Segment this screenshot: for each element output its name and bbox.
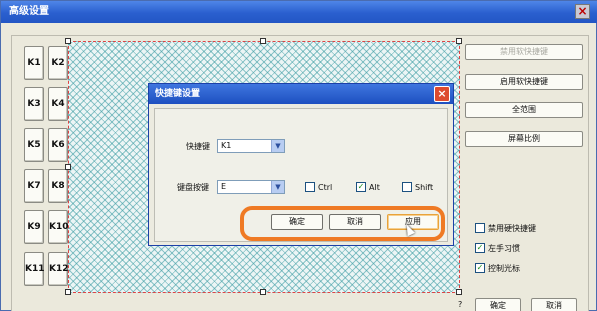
checkmark-icon: ✓ [356,181,366,192]
keyboard-key-select[interactable]: E ▼ [217,180,285,194]
window-close-button[interactable]: × [575,4,590,19]
key-button-k9[interactable]: K9 [24,210,44,244]
resize-handle-bottom-left[interactable] [65,289,71,295]
key-button-k12[interactable]: K12 [48,252,69,286]
keyboard-key-label: 键盘按键 [177,183,209,192]
keyboard-key-select-value: E [221,182,227,191]
dialog-close-button[interactable]: × [434,86,450,102]
chevron-down-icon[interactable]: ▼ [271,181,284,193]
alt-label: Alt [369,183,380,192]
key-button-k4[interactable]: K4 [48,87,68,121]
window-title: 高级设置 [9,6,49,17]
key-button-k1[interactable]: K1 [24,46,44,80]
key-button-k8[interactable]: K8 [48,169,68,203]
resize-handle-top-left[interactable] [65,38,71,44]
ctrl-checkbox[interactable]: Ctrl [305,181,333,193]
dialog-title-bar[interactable]: 快捷键设置 [149,84,453,104]
resize-handle-top[interactable] [260,38,266,44]
checkbox-box [305,181,315,192]
full-range-button[interactable]: 全范围 [465,102,583,118]
key-button-k3[interactable]: K3 [24,87,44,121]
alt-checkbox[interactable]: ✓ Alt [356,181,380,193]
checkmark-icon: ✓ [475,262,485,273]
checkbox-box [402,181,412,192]
control-cursor-checkbox[interactable]: ✓ 控制光标 [475,262,520,274]
checkmark-icon: ✓ [475,242,485,253]
checkbox-label: 禁用硬快捷键 [488,224,536,233]
chevron-down-icon[interactable]: ▼ [271,140,284,152]
shift-checkbox[interactable]: Shift [402,181,434,193]
shortcut-select-value: K1 [221,141,232,150]
resize-handle-bottom-right[interactable] [456,289,462,295]
ctrl-label: Ctrl [318,183,333,192]
help-icon[interactable]: ? [458,300,462,309]
checkbox-label: 左手习惯 [488,244,520,253]
checkbox-box [475,222,485,233]
key-button-k6[interactable]: K6 [48,128,68,162]
key-button-k11[interactable]: K11 [24,252,45,286]
enable-soft-shortcut-button[interactable]: 启用软快捷键 [465,74,583,90]
disable-soft-shortcut-button[interactable]: 禁用软快捷键 [465,44,583,60]
screen-ratio-button[interactable]: 屏幕比例 [465,131,583,147]
ok-button[interactable]: 确定 [475,298,521,311]
key-button-k10[interactable]: K10 [48,210,69,244]
disable-hw-shortcut-checkbox[interactable]: 禁用硬快捷键 [475,222,536,234]
shift-label: Shift [415,183,434,192]
highlight-annotation [240,206,445,241]
resize-handle-bottom[interactable] [260,289,266,295]
resize-handle-left[interactable] [65,164,71,170]
shortcut-label: 快捷键 [186,142,210,151]
shortcut-select[interactable]: K1 ▼ [217,139,285,153]
resize-handle-top-right[interactable] [456,38,462,44]
advanced-settings-window: 高级设置 × K1 K2 K3 K4 K5 K6 K7 K8 K9 K10 K1… [0,0,597,311]
checkbox-label: 控制光标 [488,264,520,273]
window-title-bar[interactable]: 高级设置 [1,1,597,23]
cancel-button[interactable]: 取消 [531,298,577,311]
key-button-k2[interactable]: K2 [48,46,68,80]
left-hand-checkbox[interactable]: ✓ 左手习惯 [475,242,520,254]
key-button-k7[interactable]: K7 [24,169,44,203]
dialog-title: 快捷键设置 [155,89,201,99]
key-button-k5[interactable]: K5 [24,128,44,162]
